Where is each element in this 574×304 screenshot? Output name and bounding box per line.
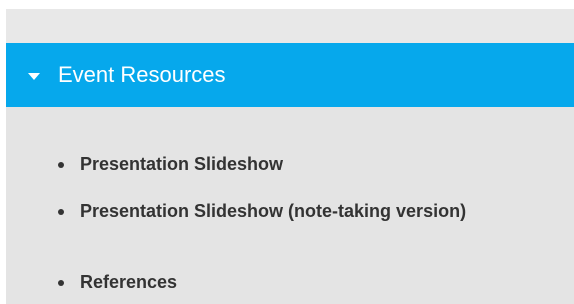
accordion-header-event-resources[interactable]: Event Resources <box>6 43 574 107</box>
accordion-title: Event Resources <box>58 62 226 87</box>
link-presentation-slideshow[interactable]: Presentation Slideshow <box>80 153 283 176</box>
list-item: Presentation Slideshow (note-taking vers… <box>58 200 498 223</box>
link-references[interactable]: References <box>80 271 177 294</box>
bullet-icon <box>58 280 64 286</box>
panel-top-strip <box>6 9 574 43</box>
link-presentation-slideshow-notes[interactable]: Presentation Slideshow (note-taking vers… <box>80 200 466 223</box>
event-resources-panel: Event Resources Presentation Slideshow P… <box>6 9 574 304</box>
bullet-icon <box>58 209 64 215</box>
list-item: Presentation Slideshow <box>58 153 283 176</box>
accordion-body: Presentation Slideshow Presentation Slid… <box>6 107 574 304</box>
caret-down-icon <box>28 72 40 80</box>
bullet-icon <box>58 162 64 168</box>
list-item: References <box>58 271 177 294</box>
